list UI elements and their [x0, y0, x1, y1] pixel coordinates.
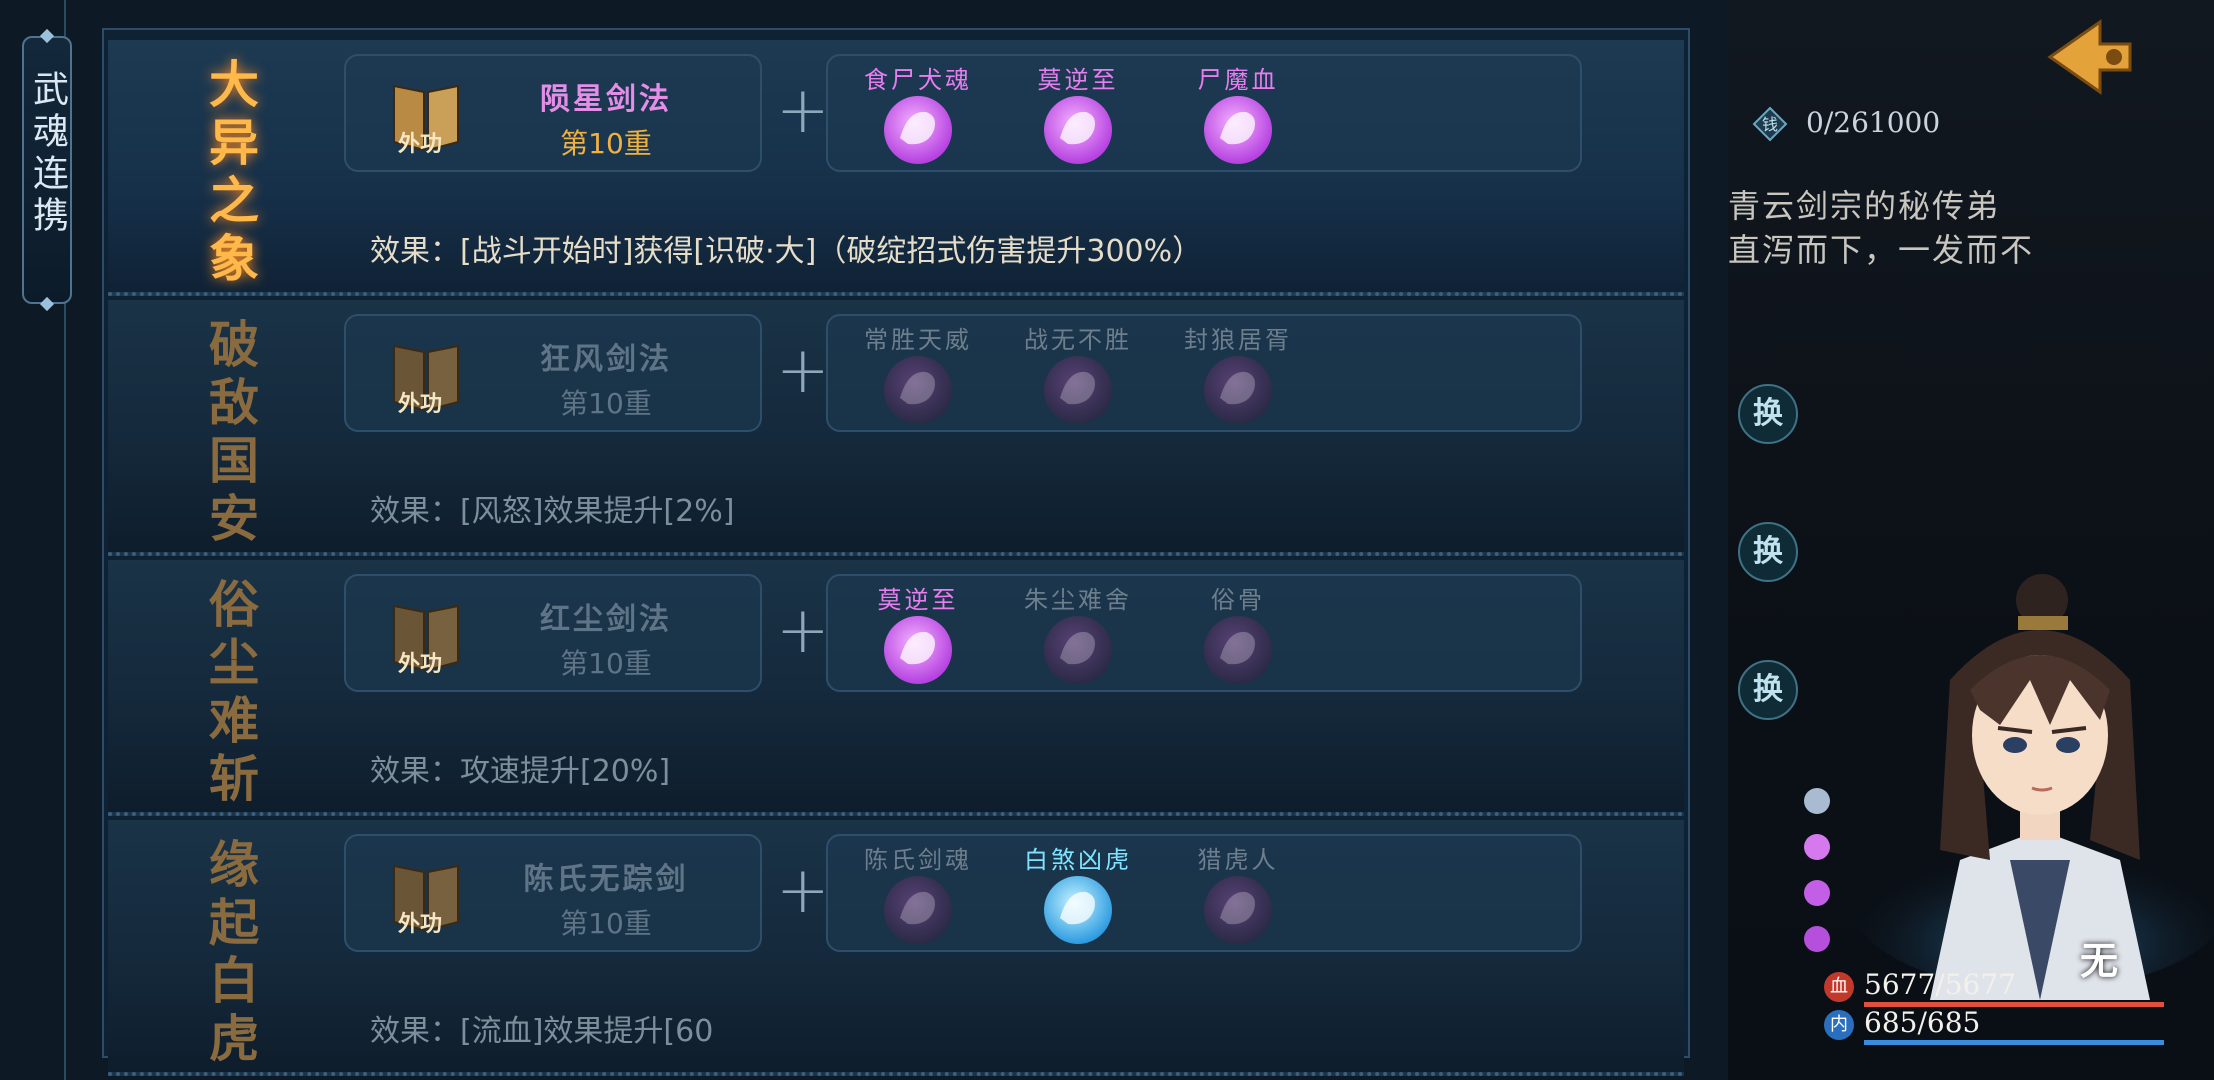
skill-level: 第10重	[560, 127, 652, 160]
combo-row[interactable]: 破敌国安 外功 狂风剑法 第10重 + 常胜天威 战无不胜 封狼居胥 效果：[风…	[108, 300, 1684, 556]
swap-button[interactable]: 换	[1738, 384, 1798, 444]
soul-group: 陈氏剑魂 白煞凶虎 猎虎人	[826, 834, 1582, 952]
plus-icon: +	[776, 594, 830, 668]
skill-name: 狂风剑法	[540, 342, 672, 377]
soul-group: 食尸犬魂 莫逆至 尸魔血	[826, 54, 1582, 172]
skill-name: 红尘剑法	[540, 602, 672, 637]
swap-button[interactable]: 换	[1738, 660, 1798, 720]
soul-emblem-icon	[884, 876, 952, 944]
combo-row[interactable]: 缘起白虎 外功 陈氏无踪剑 第10重 + 陈氏剑魂 白煞凶虎 猎虎人 效果：[流…	[108, 820, 1684, 1076]
hp-value: 5677/5677	[1864, 968, 2016, 1001]
soul-emblem-icon	[1044, 356, 1112, 424]
combo-title: 破敌国安	[201, 318, 260, 550]
tab-wuhun-combo[interactable]: 武魂连携	[22, 36, 72, 304]
skill-type-badge: 外功	[398, 391, 443, 417]
skill-level: 第10重	[560, 647, 652, 680]
lore-line: 青云剑宗的秘传弟	[1728, 187, 2001, 225]
swap-button[interactable]: 换	[1738, 522, 1798, 582]
soul-slot[interactable]: 战无不胜	[1008, 316, 1148, 434]
skill-level: 第10重	[560, 907, 652, 940]
soul-slot[interactable]: 陈氏剑魂	[848, 836, 988, 954]
hp-icon: 血	[1824, 972, 1854, 1002]
skill-card[interactable]: 外功 陨星剑法 第10重	[344, 54, 762, 172]
combo-row[interactable]: 大异之象 外功 陨星剑法 第10重 + 食尸犬魂 莫逆至 尸魔血 效果：[战斗开…	[108, 40, 1684, 296]
plus-icon: +	[776, 334, 830, 408]
back-arrow-icon[interactable]	[2030, 12, 2140, 102]
mp-icon: 内	[1824, 1010, 1854, 1040]
soul-group: 常胜天威 战无不胜 封狼居胥	[826, 314, 1582, 432]
coin-icon: 钱	[1752, 106, 1788, 142]
skill-card[interactable]: 外功 狂风剑法 第10重	[344, 314, 762, 432]
skill-name: 陈氏无踪剑	[523, 862, 689, 897]
soul-emblem-icon	[1204, 96, 1272, 164]
skill-type-badge: 外功	[398, 131, 443, 157]
character-portrait[interactable]	[1810, 560, 2214, 1000]
soul-mini-icon	[1804, 926, 1830, 952]
soul-mini-icon	[1804, 834, 1830, 860]
soul-emblem-icon	[1044, 96, 1112, 164]
soul-slot[interactable]: 猎虎人	[1168, 836, 1308, 954]
soul-mini-icon	[1804, 788, 1830, 814]
mp-bar	[1864, 1040, 2164, 1045]
soul-group: 莫逆至 朱尘难舍 俗骨	[826, 574, 1582, 692]
soul-emblem-icon	[1204, 356, 1272, 424]
soul-mini-icon	[1804, 880, 1830, 906]
soul-emblem-icon	[1204, 876, 1272, 944]
soul-slot[interactable]: 食尸犬魂	[848, 56, 988, 174]
combo-title: 俗尘难斩	[201, 578, 260, 810]
currency-value: 0/261000	[1806, 106, 1941, 139]
skill-level: 第10重	[560, 387, 652, 420]
character-name-badge: 无	[2080, 938, 2119, 983]
soul-slot[interactable]: 尸魔血	[1168, 56, 1308, 174]
plus-icon: +	[776, 854, 830, 928]
skill-type-badge: 外功	[398, 911, 443, 937]
combo-effect: 效果：[风怒]效果提升[2%]	[370, 494, 735, 529]
soul-emblem-icon	[884, 616, 952, 684]
soul-emblem-icon	[884, 96, 952, 164]
combo-effect: 效果：[战斗开始时]获得[识破·大]（破绽招式伤害提升300%）	[370, 234, 1203, 269]
soul-emblem-icon	[1204, 616, 1272, 684]
lore-line: 直泻而下，一发而不	[1728, 231, 2035, 269]
soul-emblem-icon	[1044, 876, 1112, 944]
skill-card[interactable]: 外功 陈氏无踪剑 第10重	[344, 834, 762, 952]
skill-card[interactable]: 外功 红尘剑法 第10重	[344, 574, 762, 692]
combo-title: 大异之象	[201, 58, 260, 290]
mp-value: 685/685	[1864, 1006, 1981, 1039]
combo-effect: 效果：[流血]效果提升[60	[370, 1014, 714, 1049]
soul-slot[interactable]: 俗骨	[1168, 576, 1308, 694]
skill-name: 陨星剑法	[540, 82, 672, 117]
soul-emblem-icon	[1044, 616, 1112, 684]
combo-effect: 效果：攻速提升[20%]	[370, 754, 671, 789]
plus-icon: +	[776, 74, 830, 148]
soul-emblem-icon	[884, 356, 952, 424]
soul-slot[interactable]: 莫逆至	[848, 576, 988, 694]
lore-text: 青云剑宗的秘传弟 直泻而下，一发而不	[1728, 184, 2128, 272]
combo-title: 缘起白虎	[201, 838, 260, 1070]
soul-slot[interactable]: 朱尘难舍	[1008, 576, 1148, 694]
soul-slot[interactable]: 封狼居胥	[1168, 316, 1308, 434]
svg-text:钱: 钱	[1762, 115, 1778, 134]
soul-slot[interactable]: 莫逆至	[1008, 56, 1148, 174]
tab-label: 武魂连携	[27, 70, 68, 238]
soul-slot[interactable]: 常胜天威	[848, 316, 988, 434]
skill-type-badge: 外功	[398, 651, 443, 677]
combo-row[interactable]: 俗尘难斩 外功 红尘剑法 第10重 + 莫逆至 朱尘难舍 俗骨 效果：攻速提升[…	[108, 560, 1684, 816]
soul-slot[interactable]: 白煞凶虎	[1008, 836, 1148, 954]
